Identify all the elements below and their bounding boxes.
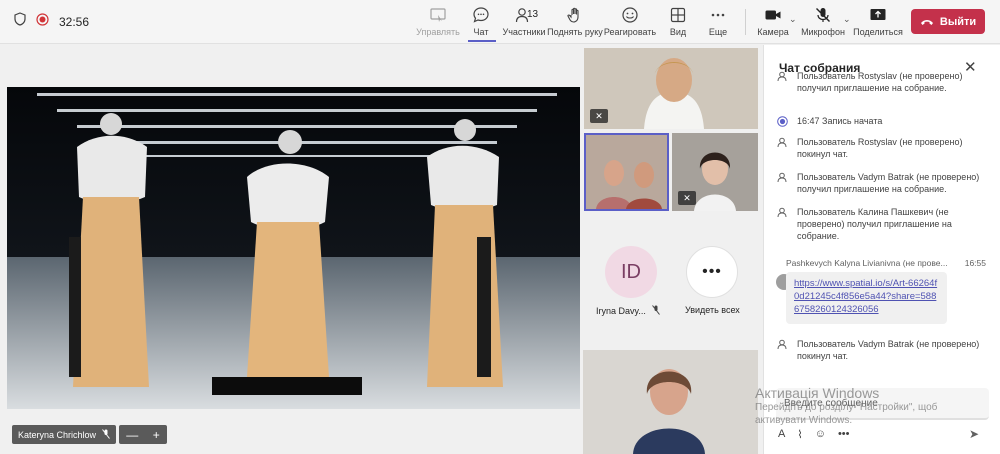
participants-button[interactable]: Участники xyxy=(496,6,552,40)
person-add-icon xyxy=(776,206,789,242)
chat-event: Пользователь Vadym Batrak (не проверено)… xyxy=(776,338,991,362)
hand-icon xyxy=(567,7,579,23)
share-button[interactable]: Поделиться xyxy=(850,6,906,40)
zoom-out-button[interactable]: — xyxy=(126,428,138,442)
zoom-in-button[interactable]: + xyxy=(153,428,160,442)
share-icon xyxy=(870,9,886,20)
chat-event: Пользователь Vadym Batrak (не проверено)… xyxy=(776,171,991,195)
see-all-label: Увидеть всех xyxy=(685,305,740,315)
zoom-controls: — + xyxy=(119,425,167,444)
shield-icon xyxy=(14,12,26,31)
chat-icon xyxy=(473,7,489,23)
raise-hand-button[interactable]: Поднять руку xyxy=(546,6,604,40)
chat-message-link[interactable]: https://www.spatial.io/s/Art-66264f0d212… xyxy=(786,272,947,324)
emoji-icon[interactable]: ☺ xyxy=(815,428,826,441)
mic-off-icon xyxy=(651,305,660,317)
main-speaker-name-tag: Kateryna Chrichlow xyxy=(12,425,117,444)
emoji-icon xyxy=(622,7,638,23)
record-icon xyxy=(776,115,789,127)
compose-toolbar: A ⌇ ☺ ••• xyxy=(778,428,850,441)
chat-event: Пользователь Rostyslav (не проверено) по… xyxy=(776,70,991,94)
attach-icon[interactable]: ⌇ xyxy=(797,428,802,441)
more-button[interactable]: Еще xyxy=(690,6,746,40)
participant-video-tile[interactable]: ✕ xyxy=(672,133,758,211)
mic-off-icon: ✕ xyxy=(590,109,608,123)
see-all-button[interactable]: ••• xyxy=(686,246,738,298)
chat-event: 16:47 Запись начата xyxy=(776,115,991,127)
mic-off-icon xyxy=(816,8,830,22)
person-add-icon xyxy=(776,70,789,94)
meeting-toolbar: 32:56 Управлять Чат Участники 13 Поднять… xyxy=(0,0,1000,44)
person-leave-icon xyxy=(776,338,789,362)
recording-icon xyxy=(36,12,49,31)
meeting-timer: 32:56 xyxy=(59,14,90,29)
grid-icon xyxy=(670,7,686,23)
more-icon xyxy=(711,13,725,17)
participant-video-tile-active[interactable] xyxy=(584,133,669,211)
person-leave-icon xyxy=(776,136,789,160)
send-icon[interactable]: ➤ xyxy=(969,427,979,441)
mic-off-icon xyxy=(102,428,110,441)
participant-name: Iryna Davy... xyxy=(596,305,660,317)
participant-video-tile[interactable] xyxy=(583,350,758,454)
mic-off-icon: ✕ xyxy=(678,191,696,205)
chat-event: Пользователь Калина Пашкевич (не провере… xyxy=(776,206,991,242)
leave-button[interactable]: Выйти xyxy=(911,9,985,34)
participants-count: 13 xyxy=(527,9,539,20)
meeting-chat-panel: Чат собрания ✕ Пользователь Rostyslav (н… xyxy=(763,45,1000,454)
active-tab-indicator xyxy=(468,40,496,42)
control-icon xyxy=(430,8,446,22)
hang-up-icon xyxy=(920,19,933,25)
format-icon[interactable]: A xyxy=(778,428,785,441)
shared-video-fashion-show xyxy=(7,87,580,409)
more-icon[interactable]: ••• xyxy=(838,428,850,441)
message-input[interactable]: Введите сообщение xyxy=(776,388,989,420)
chat-message-header: Pashkevych Kalyna Livianivna (не прове..… xyxy=(786,258,986,268)
person-add-icon xyxy=(776,171,789,195)
avatar[interactable]: ID xyxy=(605,246,657,298)
chat-event: Пользователь Rostyslav (не проверено) по… xyxy=(776,136,991,160)
camera-icon xyxy=(765,10,781,20)
meeting-status: 32:56 xyxy=(14,12,89,31)
participant-video-tile[interactable]: ✕ xyxy=(584,48,758,129)
